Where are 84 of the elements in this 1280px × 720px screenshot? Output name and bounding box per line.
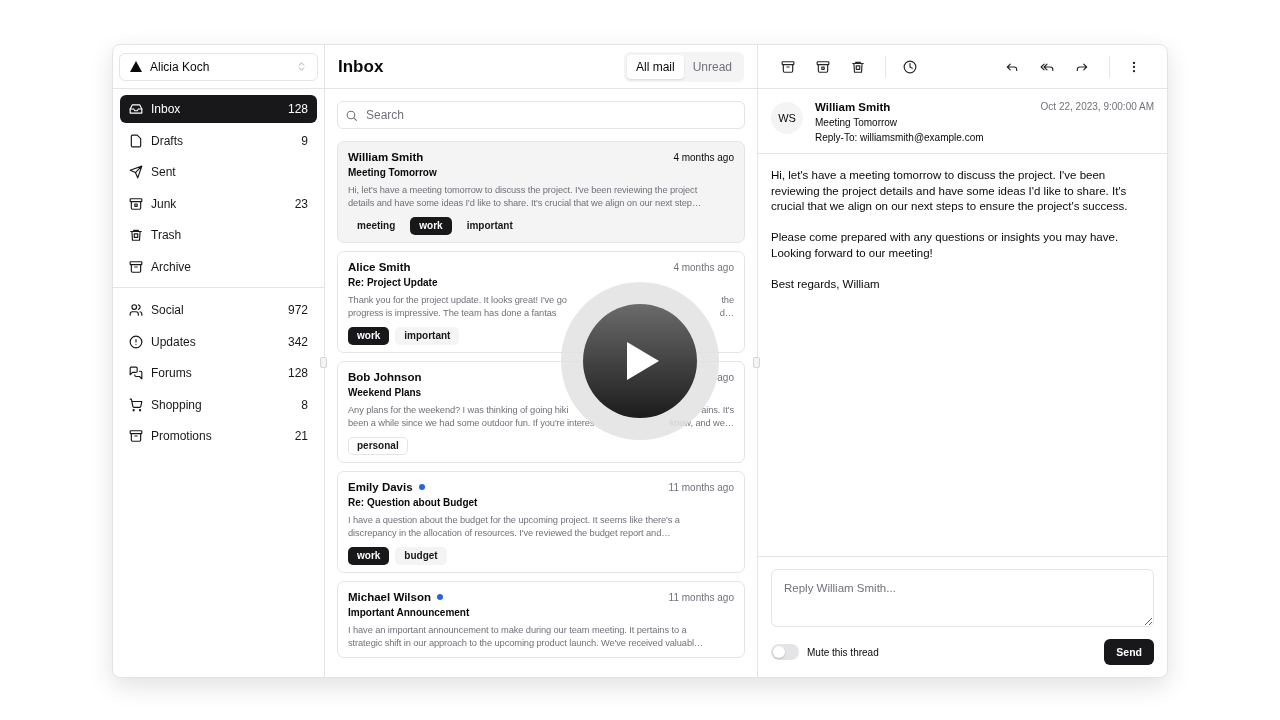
nav-item[interactable]: Social 972 <box>120 295 317 324</box>
email-preview: Hi, let's have a meeting tomorrow to discuss the project. I've been reviewing the project <box>348 184 698 197</box>
email-preview: Thank you for the project update. It looks great! I've go <box>348 294 567 307</box>
search-field[interactable]: Search <box>337 101 745 129</box>
messages-icon <box>129 366 143 381</box>
email-date: ago <box>717 371 734 383</box>
email-card[interactable] <box>337 141 745 243</box>
email-card[interactable] <box>337 471 745 573</box>
message-date: Oct 22, 2023, 9:00:00 AM <box>1040 101 1154 114</box>
junk-box-icon <box>816 59 830 74</box>
nav-item[interactable]: Trash <box>120 221 317 250</box>
sender-avatar: WS <box>771 102 803 134</box>
archive-icon <box>129 259 143 274</box>
email-preview: ains. It's <box>701 404 734 417</box>
email-date: 4 months ago <box>673 151 734 163</box>
email-subject: Re: Question about Budget <box>348 497 479 508</box>
email-date: 11 months ago <box>668 481 734 493</box>
file-icon <box>129 133 143 148</box>
email-preview: progress is impressive. The team has done a fantas <box>348 307 557 320</box>
email-sender: Michael Wilson <box>348 591 431 603</box>
inbox-title: Inbox <box>338 56 385 77</box>
nav-item[interactable]: Promotions 21 <box>120 422 317 451</box>
message-subject: Meeting Tomorrow <box>815 117 899 128</box>
resize-handle[interactable] <box>320 357 327 368</box>
filter-tab[interactable]: All mail <box>626 54 684 79</box>
email-preview: details and have some ideas I'd like to share. It's crucial that we align on our next step… <box>348 197 702 210</box>
email-date: 4 months ago <box>673 261 734 273</box>
email-sender: Bob Johnson <box>348 371 422 383</box>
chevron-up-down-icon <box>296 61 307 72</box>
logo-icon <box>130 61 142 72</box>
message-paragraph: Please come prepared with any questions or insights you may have. Looking forward to our meeting! <box>771 230 1120 261</box>
users-icon <box>129 302 143 317</box>
email-preview: Any plans for the weekend? I was thinking of going hiki <box>348 404 569 417</box>
send-icon <box>129 165 143 180</box>
email-sender: Emily Davis <box>348 481 413 493</box>
resize-handle[interactable] <box>753 357 760 368</box>
clock-icon <box>903 59 917 74</box>
junk-box-icon <box>129 196 143 211</box>
email-sender: Alice Smith <box>348 261 411 273</box>
email-subject: Meeting Tomorrow <box>348 167 438 178</box>
message-paragraph: Best regards, William <box>771 276 881 292</box>
reply-to-address: Reply-To: williamsmith@example.com <box>815 132 985 143</box>
nav-item[interactable]: Inbox 128 <box>120 95 317 123</box>
nav-item[interactable]: Junk 23 <box>120 189 317 218</box>
nav-item[interactable]: Sent <box>120 158 317 187</box>
email-preview: been a while since we had some outdoor fun. If you're interes <box>348 417 595 430</box>
message-paragraph: Hi, let's have a meeting tomorrow to discuss the project. I've been reviewing the project details and have some ideas I'd like to share. It's crucial that we align on our next steps to ensure the project's success. <box>771 168 1129 215</box>
email-preview: discrepancy in the allocation of resources. I've reviewed the budget report and… <box>348 527 671 540</box>
email-preview: the <box>721 294 734 307</box>
mute-toggle[interactable] <box>771 644 799 660</box>
email-subject: Re: Project Update <box>348 277 439 288</box>
cart-icon <box>129 397 143 412</box>
trash-icon <box>851 59 865 74</box>
archive-icon <box>781 59 795 74</box>
email-tag: personal <box>348 437 408 455</box>
trash-icon <box>129 228 143 243</box>
email-sender: William Smith <box>348 151 424 163</box>
nav-item[interactable]: Shopping 8 <box>120 390 317 419</box>
nav-item[interactable]: Archive <box>120 252 317 281</box>
nav-item[interactable]: Forums 128 <box>120 359 317 388</box>
email-tag: work <box>348 327 390 345</box>
email-preview: d… <box>719 307 734 320</box>
nav-item[interactable]: Updates 342 <box>120 327 317 356</box>
email-preview: strategic shift in our approach to the upcoming product launch. We've received valuabl… <box>348 637 704 650</box>
email-tag: work <box>410 217 452 235</box>
email-preview: I have an important announcement to make during our team meeting. It pertains to a <box>348 624 687 637</box>
email-date: 11 months ago <box>668 591 734 603</box>
send-button[interactable]: Send <box>1104 639 1154 665</box>
reply-field[interactable]: Reply William Smith... <box>771 569 1154 627</box>
filter-tab[interactable]: Unread <box>683 54 741 79</box>
nav-item[interactable]: Drafts 9 <box>120 126 317 155</box>
email-tag: work <box>348 547 390 565</box>
account-switcher[interactable]: Alicia Koch <box>119 52 318 81</box>
archive-icon <box>129 429 143 444</box>
email-subject: Weekend Plans <box>348 387 423 398</box>
mute-label: Mute this thread <box>807 646 879 658</box>
email-subject: Important Announcement <box>348 607 471 618</box>
search-icon <box>345 109 358 122</box>
email-preview: I have a question about the budget for the upcoming project. It seems like there's a <box>348 514 680 527</box>
email-tag: budget <box>395 547 447 565</box>
inbox-icon <box>129 102 143 116</box>
message-sender: William Smith <box>815 101 892 113</box>
alert-circle-icon <box>129 334 143 349</box>
email-tag: important <box>395 327 460 345</box>
